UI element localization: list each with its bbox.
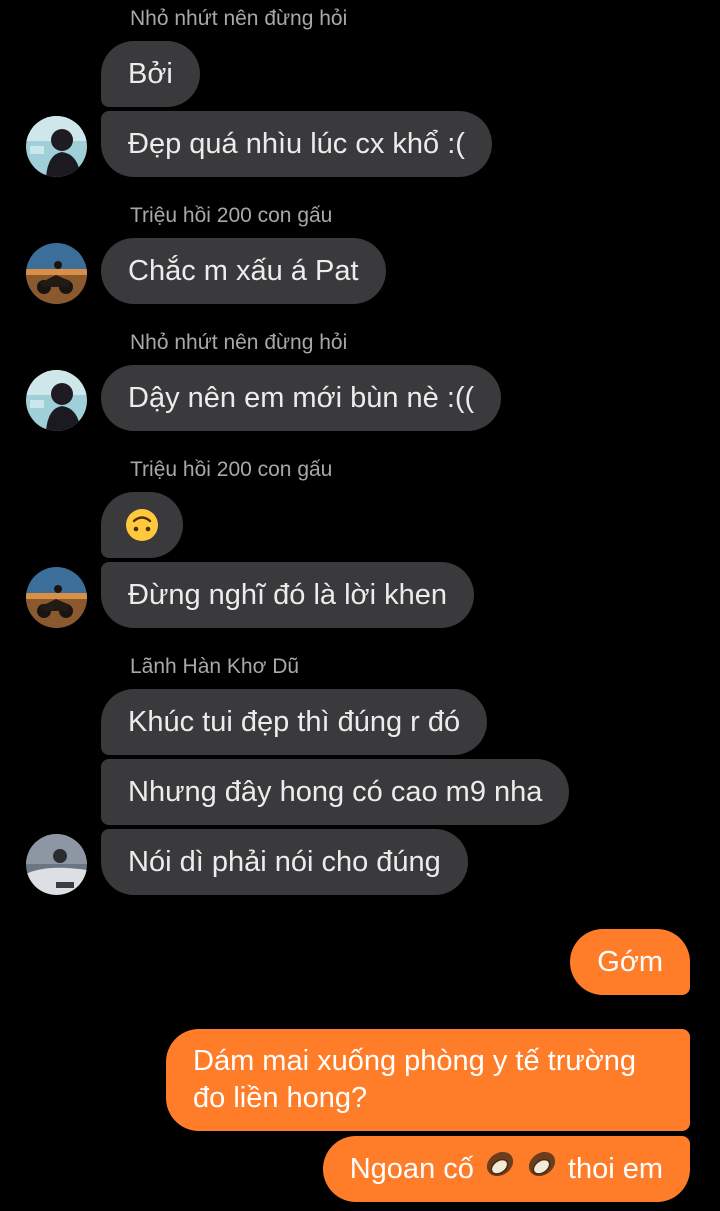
- message-bubble[interactable]: Nói dì phải nói cho đúng: [101, 829, 468, 895]
- avatar[interactable]: [26, 567, 87, 628]
- upside-down-face-emoji: [125, 508, 159, 542]
- avatar[interactable]: [26, 370, 87, 431]
- avatar[interactable]: [26, 116, 87, 177]
- message-bubble[interactable]: Chắc m xấu á Pat: [101, 238, 386, 304]
- message-bubble[interactable]: [101, 492, 183, 558]
- avatar[interactable]: [26, 243, 87, 304]
- message-text: Nói dì phải nói cho đúng: [128, 846, 441, 878]
- sender-name: Nhỏ nhứt nên đừng hỏi: [130, 331, 348, 354]
- avatar[interactable]: [26, 834, 87, 895]
- sent-message-bubble[interactable]: Dám mai xuống phòng y tế trường đo liền …: [166, 1029, 690, 1131]
- message-bubble[interactable]: Bởi: [101, 41, 200, 107]
- message-bubble[interactable]: Dậy nên em mới bùn nè :((: [101, 365, 502, 431]
- message-text: Nhưng đây hong có cao m9 nha: [128, 776, 543, 808]
- message-text: Đừng nghĩ đó là lời khen: [128, 579, 447, 611]
- sender-name: Triệu hồi 200 con gấu: [130, 204, 333, 227]
- coconut-icon: [526, 1148, 558, 1190]
- sender-name: Lãnh Hàn Khơ Dũ: [130, 655, 300, 678]
- sent-message-bubble[interactable]: Gớm: [570, 929, 690, 995]
- message-text: Đẹp quá nhìu lúc cx khổ :(: [128, 128, 465, 160]
- message-bubble[interactable]: Nhưng đây hong có cao m9 nha: [101, 759, 570, 825]
- message-bubble[interactable]: Đẹp quá nhìu lúc cx khổ :(: [101, 111, 492, 177]
- message-text: Chắc m xấu á Pat: [128, 255, 359, 287]
- message-text: Ngoan cố: [349, 1152, 474, 1185]
- message-text: đo liền hong?: [193, 1082, 368, 1114]
- message-bubble[interactable]: Đừng nghĩ đó là lời khen: [101, 562, 474, 628]
- sent-message-bubble[interactable]: Ngoan cố thoi em: [322, 1136, 690, 1202]
- message-text: thoi em: [567, 1152, 663, 1185]
- coconut-icon: [484, 1148, 516, 1190]
- message-bubble[interactable]: Khúc tui đẹp thì đúng r đó: [101, 689, 488, 755]
- chat-thread[interactable]: Nhỏ nhứt nên đừng hỏi Bởi Đẹp quá nhìu l…: [0, 0, 720, 1211]
- message-text: Bởi: [128, 58, 173, 90]
- message-text: Dậy nên em mới bùn nè :((: [128, 382, 475, 414]
- message-text: Khúc tui đẹp thì đúng r đó: [128, 706, 461, 738]
- message-text: Dám mai xuống phòng y tế trường: [193, 1045, 637, 1077]
- sender-name: Nhỏ nhứt nên đừng hỏi: [130, 7, 348, 30]
- sender-name: Triệu hồi 200 con gấu: [130, 458, 333, 481]
- message-text: Gớm: [597, 945, 663, 978]
